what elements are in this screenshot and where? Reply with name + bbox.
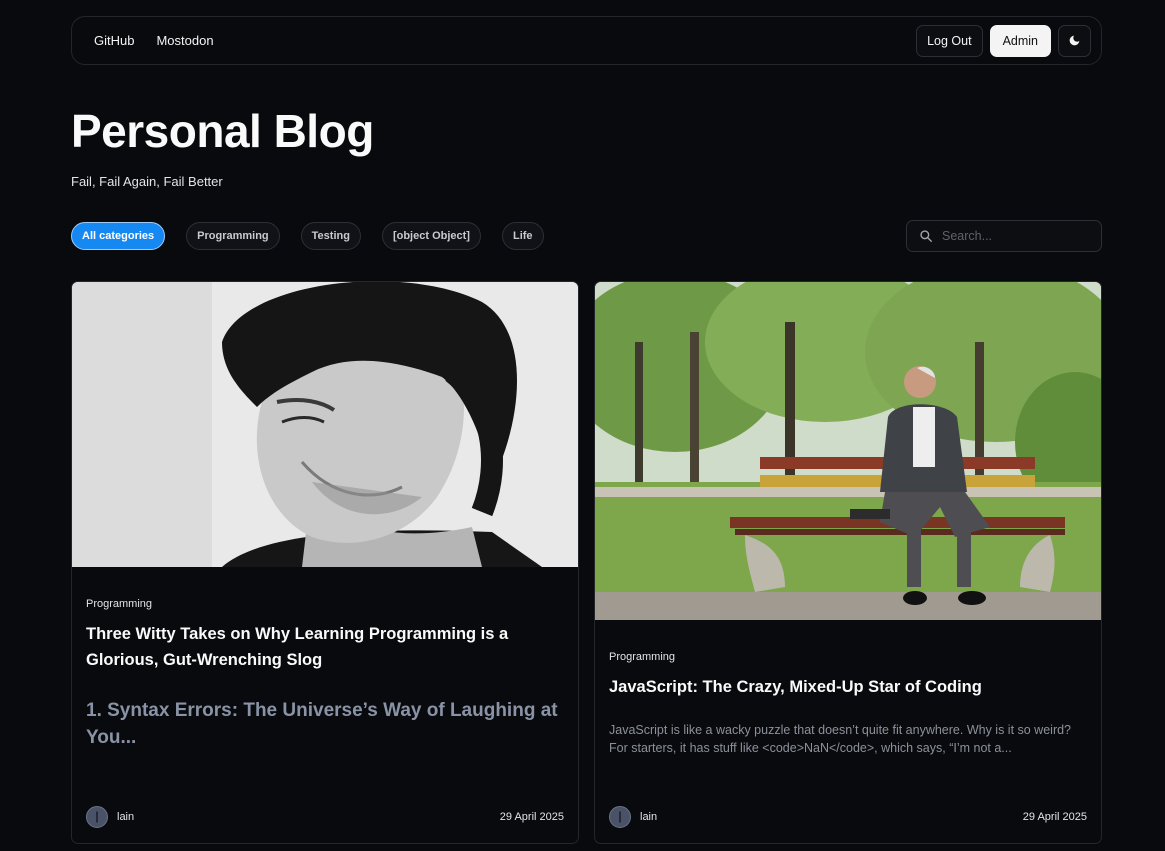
post-excerpt: JavaScript is like a wacky puzzle that d… [609,723,1072,755]
nav-actions: Log Out Admin [916,24,1091,57]
post-author-name: lain [117,811,135,823]
nav-link-github[interactable]: GitHub [94,33,134,48]
moon-icon [1069,35,1080,46]
post-cover-image [595,282,1101,620]
category-pill-all[interactable]: All categories [71,222,166,250]
post-author: lain [86,806,134,828]
post-date: 29 April 2025 [1022,811,1087,823]
search-icon [920,230,932,242]
nav-links: GitHub Mostodon [94,33,214,48]
post-author-name: lain [640,811,658,823]
post-footer: lain 29 April 2025 [86,805,564,829]
post-category: Programming [609,651,676,663]
post-title[interactable]: JavaScript: The Crazy, Mixed-Up Star of … [609,674,1079,700]
post-cover-image [72,282,578,567]
page: GitHub Mostodon Log Out Admin Personal B… [0,0,1165,851]
page-title: Personal Blog [71,105,374,157]
avatar-icon [619,811,621,823]
avatar-icon [96,811,98,823]
post-date: 29 April 2025 [499,811,564,823]
post-footer: lain 29 April 2025 [609,805,1087,829]
avatar [86,806,108,828]
theme-toggle-button[interactable] [1058,24,1091,57]
category-filter: All categories Programming Testing [obje… [71,222,544,250]
park-bench-illustration [595,282,1101,620]
search-input[interactable] [942,229,1082,243]
post-card[interactable]: Programming Three Witty Takes on Why Lea… [71,281,579,844]
category-pill-object[interactable]: [object Object] [381,222,481,250]
nav-link-mostodon[interactable]: Mostodon [156,33,213,48]
category-pill-testing[interactable]: Testing [300,222,361,250]
post-title[interactable]: Three Witty Takes on Why Learning Progra… [86,621,556,673]
avatar [609,806,631,828]
category-pill-programming[interactable]: Programming [186,222,280,250]
logout-button[interactable]: Log Out [916,24,983,57]
post-category: Programming [86,598,153,610]
category-pill-life[interactable]: Life [501,222,544,250]
post-card[interactable]: Programming JavaScript: The Crazy, Mixed… [594,281,1102,844]
search-box [906,220,1102,252]
portrait-illustration [72,282,578,567]
post-excerpt: 1. Syntax Errors: The Universe’s Way of … [86,700,558,748]
page-subtitle: Fail, Fail Again, Fail Better [71,174,223,189]
admin-button[interactable]: Admin [989,24,1051,57]
top-navbar: GitHub Mostodon Log Out Admin [71,16,1102,65]
post-author: lain [609,806,657,828]
